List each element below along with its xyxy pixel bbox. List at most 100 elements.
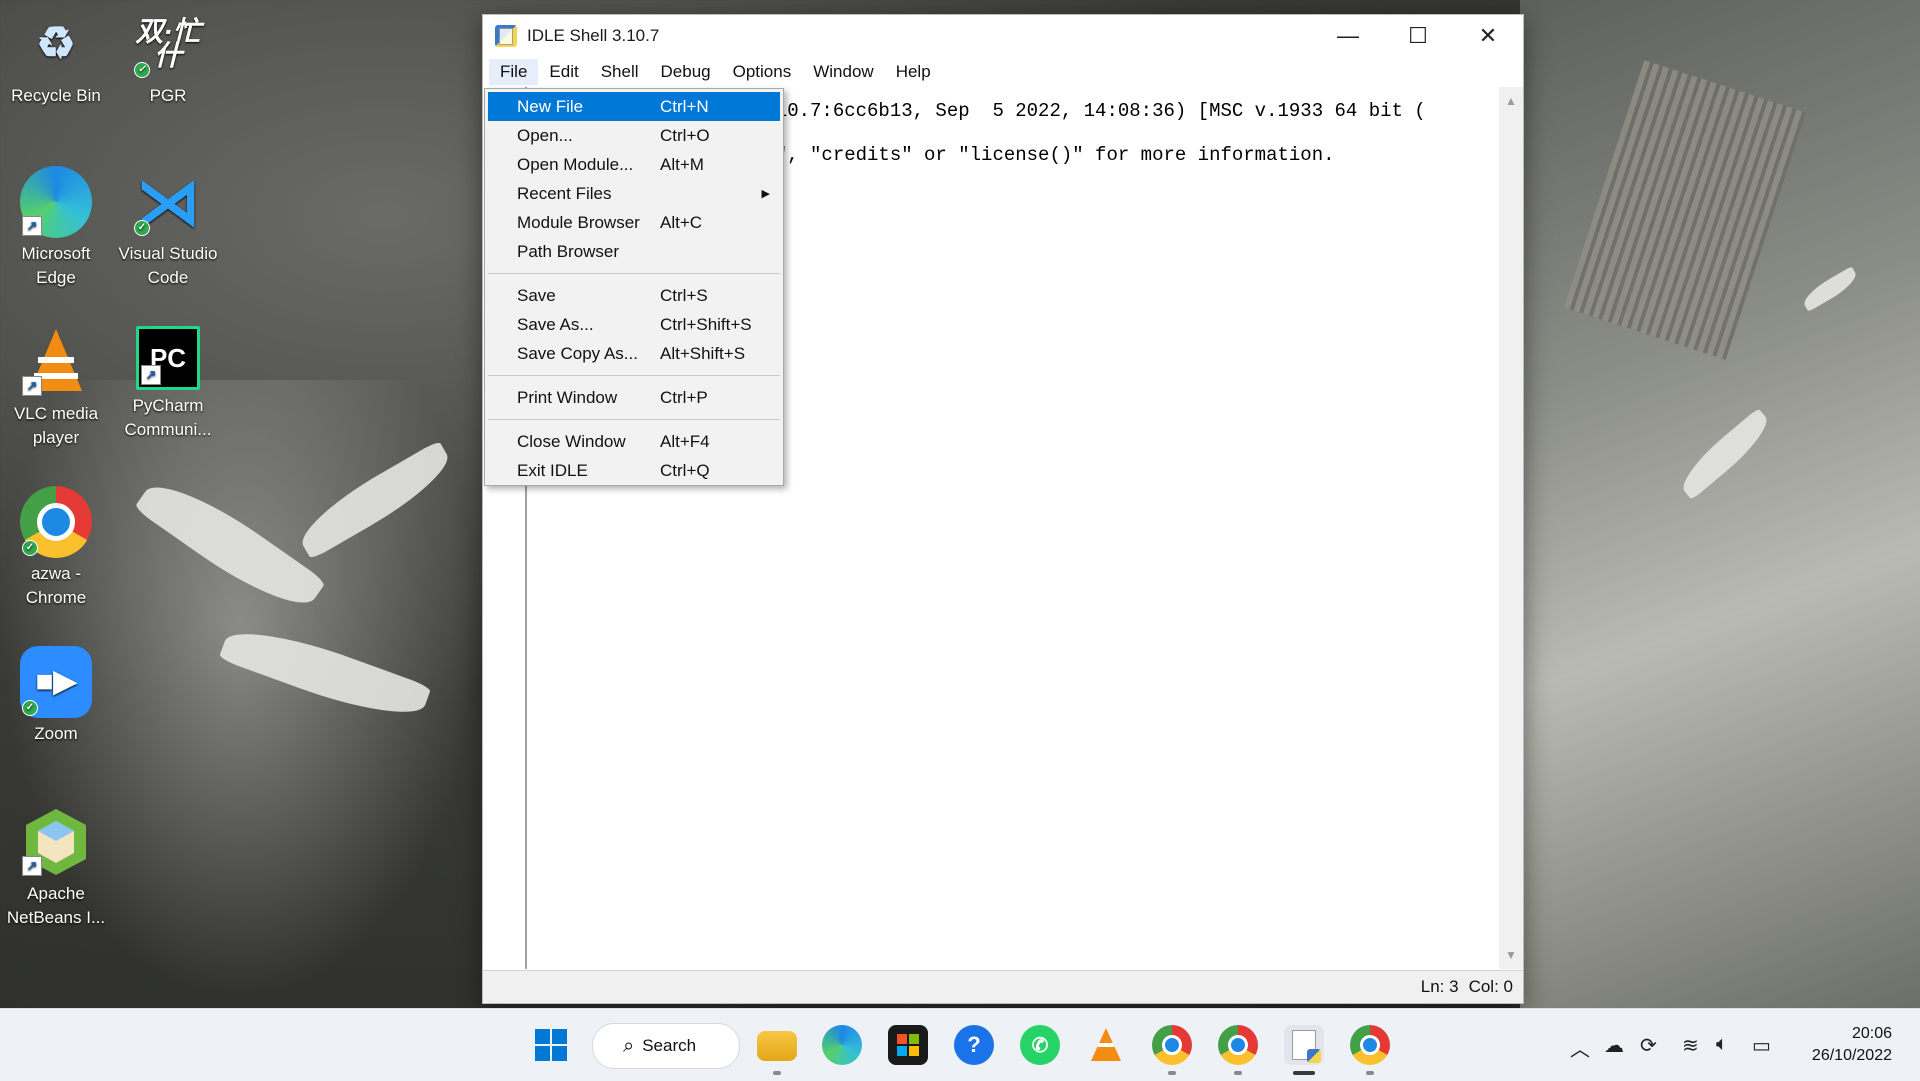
window-title: IDLE Shell 3.10.7 [527,26,660,45]
idle-icon[interactable] [1284,1025,1324,1065]
clock-date: 26/10/2022 [1811,1047,1892,1064]
line-indicator: Ln: 3 [1420,977,1459,996]
help-chat-icon[interactable]: ? [954,1025,994,1065]
zoom-icon: ■▶ ✓ [20,646,92,718]
menu-edit[interactable]: Edit [538,59,589,85]
menu-separator [488,419,780,420]
menu-bar: File Edit Shell Debug Options Window Hel… [483,57,1523,87]
menu-help[interactable]: Help [885,59,942,85]
recycle-bin-icon: ♻ [36,19,76,68]
onedrive-icon[interactable]: ☁ [1604,1033,1624,1058]
shortcut-arrow-icon: ↗ [22,376,42,396]
synced-check-icon: ✓ [134,62,150,78]
column-indicator: Col: 0 [1468,977,1513,996]
scroll-up-arrow-icon[interactable]: ▲ [1499,89,1523,113]
desktop-icon-label: Apache NetBeans I... [6,884,106,927]
desktop-icon-label: Zoom [34,724,78,743]
menu-item-save[interactable]: Save Ctrl+S [488,281,780,310]
desktop-icon-label: Microsoft Edge [21,244,91,287]
desktop-icon-label: Recycle Bin [11,86,101,105]
menu-item-exit-idle[interactable]: Exit IDLE Ctrl+Q [488,456,780,485]
desktop-icon-label: azwa - Chrome [25,564,87,607]
search-icon: ⌕ [623,1034,635,1057]
desktop-icon-vscode[interactable]: ⋊ ✓ Visual Studio Code [116,166,220,290]
running-indicator [1234,1071,1242,1075]
menu-item-print-window[interactable]: Print Window Ctrl+P [488,383,780,412]
whatsapp-icon[interactable]: ✆ [1020,1025,1060,1065]
title-bar[interactable]: IDLE Shell 3.10.7 — ☐ ✕ [483,15,1523,57]
menu-item-open-module[interactable]: Open Module... Alt+M [488,150,780,179]
window-controls: — ☐ ✕ [1313,15,1523,57]
menu-shell[interactable]: Shell [590,59,650,85]
microsoft-store-icon[interactable] [888,1025,928,1065]
pycharm-icon: PC ↗ [136,326,200,390]
battery-icon[interactable]: ▭ [1752,1033,1771,1058]
taskbar-clock[interactable]: 20:06 26/10/2022 [1812,1023,1892,1067]
desktop-icon-edge[interactable]: ↗ Microsoft Edge [4,166,108,290]
file-explorer-icon[interactable] [757,1031,797,1061]
desktop-icon-label: PGR [149,86,187,105]
wifi-icon[interactable]: ≋ [1682,1033,1699,1058]
submenu-arrow-icon: ▶ [761,188,770,200]
menu-file[interactable]: File [489,59,539,85]
shortcut-arrow-icon: ↗ [22,216,42,236]
python-idle-icon [495,25,517,47]
chrome-icon[interactable] [1350,1025,1390,1065]
desktop-icon-label: VLC media player [13,404,99,447]
active-indicator [1293,1071,1315,1075]
edge-icon: ↗ [20,166,92,238]
pgr-logo-text: 双·忙什 [135,16,201,71]
synced-check-icon: ✓ [134,220,150,236]
chrome-profile-icon[interactable] [1152,1025,1192,1065]
file-menu-dropdown: New File Ctrl+N Open... Ctrl+O Open Module… [484,88,784,486]
volume-icon[interactable]: 🔈︎ [1716,1033,1728,1056]
desktop-icon-recycle-bin[interactable]: ♻ Recycle Bin [4,8,108,108]
vertical-scrollbar[interactable]: ▲ ▼ [1499,87,1523,969]
desktop-icon-pycharm[interactable]: PC ↗ PyCharm Communi... [116,326,220,442]
menu-window[interactable]: Window [802,59,884,85]
taskbar: ⌕ Search ? ✆ ︿ ☁ ⟳ ≋ 🔈︎ ▭ 20:06 26/10/20… [0,1008,1920,1081]
edge-icon[interactable] [822,1025,862,1065]
running-indicator [1168,1071,1176,1075]
vlc-icon: ↗ [20,326,92,398]
menu-item-recent-files[interactable]: Recent Files ▶ [488,179,780,208]
desktop-icon-label: Visual Studio Code [118,244,218,287]
minimize-button[interactable]: — [1313,15,1383,57]
status-bar: Ln: 3 Col: 0 [483,970,1523,1003]
menu-item-open[interactable]: Open... Ctrl+O [488,121,780,150]
pgr-logo-icon: 双·忙什 ✓ [132,8,204,80]
shortcut-arrow-icon: ↗ [141,365,161,385]
menu-item-new-file[interactable]: New File Ctrl+N [488,92,780,121]
menu-separator [488,273,780,274]
menu-options[interactable]: Options [722,59,803,85]
menu-item-module-browser[interactable]: Module Browser Alt+C [488,208,780,237]
desktop-icon-vlc[interactable]: ↗ VLC media player [4,326,108,450]
menu-debug[interactable]: Debug [650,59,722,85]
taskbar-search-box[interactable]: ⌕ Search [592,1023,740,1069]
show-hidden-icons-chevron-icon[interactable]: ︿ [1570,1033,1590,1062]
chrome-profile-2-icon[interactable] [1218,1025,1258,1065]
vscode-icon: ⋊ ✓ [134,166,200,238]
desktop-icon-chrome-azwa[interactable]: ✓ azwa - Chrome [4,486,108,610]
desktop-icon-pgr[interactable]: 双·忙什 ✓ PGR [116,8,220,108]
taskbar-search-label: Search [642,1036,697,1055]
maximize-button[interactable]: ☐ [1383,15,1453,57]
close-button[interactable]: ✕ [1453,15,1523,57]
menu-item-close-window[interactable]: Close Window Alt+F4 [488,427,780,456]
desktop-icon-netbeans[interactable]: ↗ Apache NetBeans I... [4,806,108,930]
start-icon[interactable] [531,1025,571,1065]
menu-item-save-as[interactable]: Save As... Ctrl+Shift+S [488,310,780,339]
menu-item-save-copy-as[interactable]: Save Copy As... Alt+Shift+S [488,339,780,368]
running-indicator [1366,1071,1374,1075]
vlc-icon[interactable] [1086,1025,1126,1065]
desktop-icon-zoom[interactable]: ■▶ ✓ Zoom [4,646,108,746]
scroll-down-arrow-icon[interactable]: ▼ [1499,943,1523,967]
menu-separator [488,375,780,376]
clock-time: 20:06 [1851,1025,1892,1042]
shortcut-arrow-icon: ↗ [22,856,42,876]
sync-icon[interactable]: ⟳ [1640,1033,1657,1058]
chrome-icon: ✓ [20,486,92,558]
synced-check-icon: ✓ [22,700,38,716]
menu-item-path-browser[interactable]: Path Browser [488,237,780,266]
desktop-icon-label: PyCharm Communi... [124,396,212,439]
